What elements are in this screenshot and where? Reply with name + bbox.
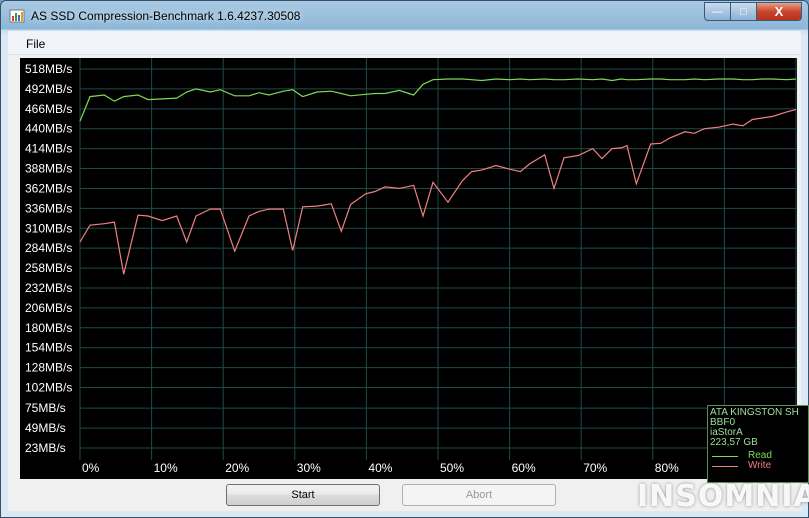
y-tick-label: 414MB/s — [25, 142, 72, 156]
chart-grid — [79, 58, 797, 460]
legend-capacity: 223,57 GB — [710, 437, 758, 448]
y-tick-label: 258MB/s — [25, 261, 72, 275]
x-tick-label: 60% — [512, 461, 536, 475]
y-tick-label: 466MB/s — [25, 102, 72, 116]
chart-legend: ATA KINGSTON SH BBF0 iaStorA 223,57 GB R… — [707, 405, 809, 483]
benchmark-chart: 518MB/s 492MB/s 466MB/s 440MB/s 414MB/s 388MB… — [20, 58, 809, 483]
maximize-button[interactable]: □ — [731, 2, 757, 21]
app-icon — [9, 9, 25, 23]
legend-write: Write — [712, 460, 808, 472]
y-tick-label: 102MB/s — [25, 381, 72, 395]
y-tick-label: 518MB/s — [25, 62, 72, 76]
x-tick-label: 30% — [297, 461, 321, 475]
y-tick-label: 388MB/s — [25, 162, 72, 176]
y-tick-label: 310MB/s — [25, 221, 72, 235]
minimize-icon: — — [712, 5, 723, 18]
y-tick-label: 336MB/s — [25, 201, 72, 215]
client-area: File 518MB/s 492MB/s 466MB/s 440MB/s 414MB/s… — [8, 31, 809, 511]
y-tick-label: 284MB/s — [25, 241, 72, 255]
close-icon: X — [774, 4, 784, 19]
minimize-button[interactable]: — — [704, 2, 731, 21]
maximize-icon: □ — [740, 5, 747, 18]
y-tick-label: 492MB/s — [25, 82, 72, 96]
x-tick-label: 50% — [440, 461, 464, 475]
y-tick-label: 362MB/s — [25, 181, 72, 195]
y-tick-label: 128MB/s — [25, 361, 72, 375]
app-window: AS SSD Compression-Benchmark 1.6.4237.30… — [0, 0, 809, 518]
y-tick-label: 440MB/s — [25, 122, 72, 136]
title-bar[interactable]: AS SSD Compression-Benchmark 1.6.4237.30… — [1, 1, 808, 31]
window-title: AS SSD Compression-Benchmark 1.6.4237.30… — [31, 9, 301, 23]
y-tick-label: 232MB/s — [25, 281, 72, 295]
menu-file[interactable]: File — [26, 37, 45, 51]
start-button[interactable]: Start — [226, 484, 380, 506]
x-tick-label: 20% — [225, 461, 249, 475]
legend-write-label: Write — [748, 460, 772, 471]
menu-bar: File — [8, 31, 801, 55]
x-axis-ticks: 0%10%20%30%40%50%60%70%80%90%100% — [82, 461, 793, 475]
abort-button[interactable]: Abort — [402, 484, 556, 506]
chart-canvas: 518MB/s 492MB/s 466MB/s 440MB/s 414MB/s 388MB… — [25, 58, 797, 475]
x-tick-label: 80% — [655, 461, 679, 475]
y-axis-ticks: 518MB/s 492MB/s 466MB/s 440MB/s 414MB/s 388MB… — [25, 62, 72, 455]
watermark-logo: INSOMNIA — [637, 479, 809, 514]
x-tick-label: 70% — [583, 461, 607, 475]
x-tick-label: 40% — [368, 461, 392, 475]
y-tick-label: 206MB/s — [25, 301, 72, 315]
legend-read-swatch — [712, 456, 738, 457]
y-tick-label: 49MB/s — [25, 421, 66, 435]
y-tick-label: 23MB/s — [25, 441, 66, 455]
y-tick-label: 75MB/s — [25, 401, 66, 415]
y-tick-label: 154MB/s — [25, 341, 72, 355]
x-tick-label: 0% — [82, 461, 100, 475]
legend-write-swatch — [712, 466, 738, 467]
y-tick-label: 180MB/s — [25, 321, 72, 335]
x-tick-label: 10% — [154, 461, 178, 475]
close-button[interactable]: X — [757, 2, 802, 21]
caption-buttons: — □ X — [704, 2, 802, 21]
